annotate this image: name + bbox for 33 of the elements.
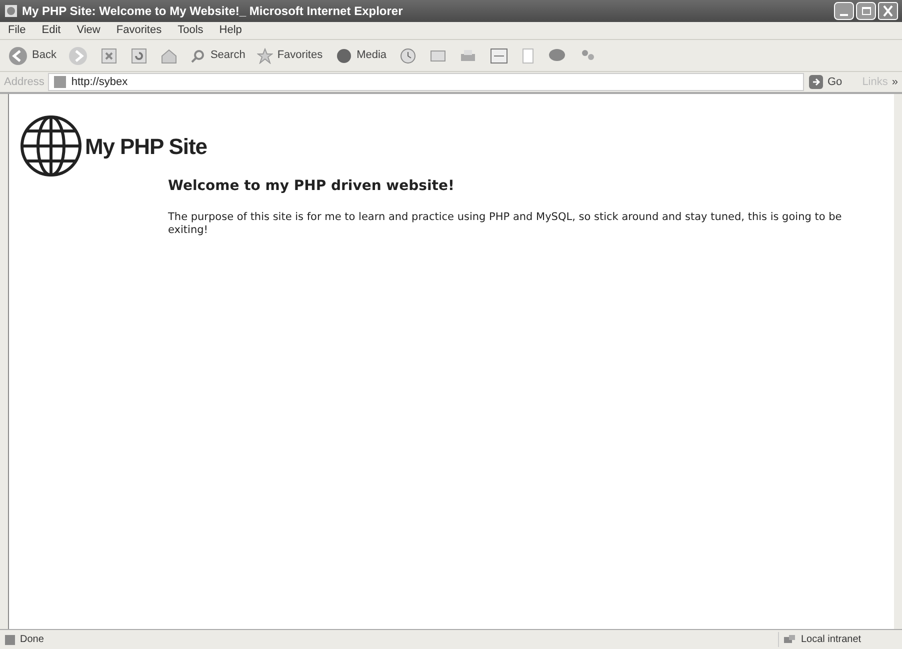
browser-icon xyxy=(4,4,18,18)
menu-item[interactable]: Help xyxy=(219,22,242,39)
media-button[interactable]: Media xyxy=(356,47,387,64)
history-icon[interactable] xyxy=(398,46,417,64)
security-zone: Local intranet xyxy=(801,633,862,647)
search-icon[interactable] xyxy=(190,48,206,64)
more-links-button[interactable]: » xyxy=(892,74,898,90)
menu-item[interactable]: Favorites xyxy=(116,22,162,39)
maximize-button[interactable] xyxy=(856,2,876,20)
refresh-icon[interactable] xyxy=(130,46,148,64)
search-button[interactable]: Search xyxy=(210,47,246,64)
home-icon[interactable] xyxy=(160,46,178,64)
site-title: My PHP Site xyxy=(85,132,207,161)
network-icon xyxy=(783,634,797,646)
star-icon[interactable] xyxy=(257,48,274,64)
address-field[interactable]: http://sybex xyxy=(48,73,804,91)
intro-paragraph: The purpose of this site is for me to learn and practice using PHP and MySQL, so stick around and stay tuned, this is going to be exiting! xyxy=(168,211,843,237)
menu-item[interactable]: Tools xyxy=(178,22,204,39)
window-title: My PHP Site: Welcome to My Website!_ Microsoft Internet Explorer xyxy=(22,3,404,20)
page-heading: Welcome to my PHP driven website! xyxy=(168,177,456,196)
status-text: Done xyxy=(20,633,45,647)
minimize-button[interactable] xyxy=(834,2,854,20)
menu-item[interactable]: Edit xyxy=(42,22,61,39)
menu-item[interactable]: File xyxy=(8,22,26,39)
address-label: Address xyxy=(4,74,44,90)
go-button[interactable]: Go xyxy=(828,74,842,90)
menu-item[interactable]: View xyxy=(76,22,100,39)
media-icon[interactable] xyxy=(334,48,353,64)
globe-icon xyxy=(19,114,83,178)
close-button[interactable] xyxy=(878,2,898,20)
stop-icon[interactable] xyxy=(100,46,118,64)
favorites-button[interactable]: Favorites xyxy=(277,47,323,64)
back-button[interactable]: Back xyxy=(32,47,56,64)
